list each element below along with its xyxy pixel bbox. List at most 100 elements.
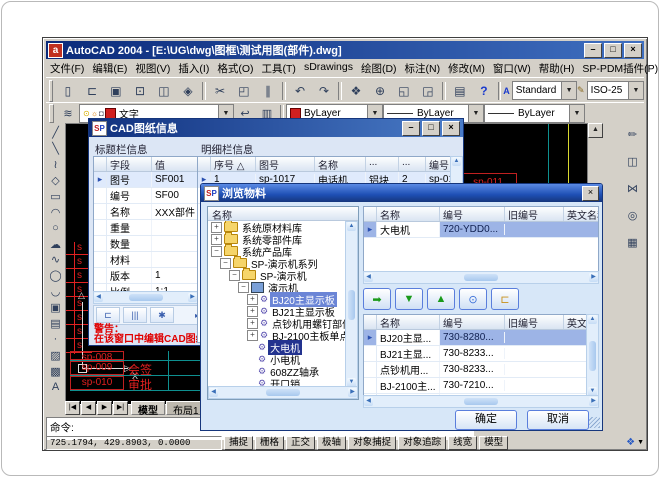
column-header-1[interactable]: 值 [152, 157, 198, 171]
offset-button[interactable]: ◎ [623, 206, 643, 224]
column-header-4[interactable]: ... [399, 157, 426, 171]
communication-center-icon[interactable]: ❖ [626, 437, 635, 448]
scroll-right-icon[interactable]: ▶ [589, 273, 598, 282]
scroll-right-icon[interactable]: ▶ [348, 388, 357, 397]
scroll-up-icon[interactable]: ▲ [452, 157, 461, 166]
scroll-left-icon[interactable]: ◀ [364, 273, 373, 282]
scroll-thumb[interactable] [589, 341, 596, 371]
expander-icon[interactable]: + [247, 294, 258, 305]
make-block-button[interactable]: ▤ [46, 316, 66, 332]
region-button[interactable]: ▩ [46, 363, 66, 379]
open-button[interactable]: ⊏ [96, 307, 120, 323]
new-button[interactable]: ▯ [57, 80, 79, 101]
menu-item-10[interactable]: 窗口(W) [489, 61, 535, 76]
save-button[interactable]: ▣ [105, 80, 127, 101]
chevron-down-icon[interactable] [561, 82, 576, 99]
status-toggle-极轴[interactable]: 极轴 [317, 436, 346, 450]
lineweight-combo[interactable]: ByLayer [484, 104, 585, 123]
scroll-up-icon[interactable]: ▲ [588, 315, 597, 324]
expander-icon[interactable]: + [211, 234, 222, 245]
browse-dialog-titlebar[interactable]: SP 浏览物料 × [201, 184, 602, 202]
expander-icon[interactable]: + [247, 318, 258, 329]
table-row[interactable]: 重量 [94, 220, 197, 236]
tab-模型[interactable]: 模型 [131, 401, 165, 415]
array-button[interactable]: ▦ [623, 233, 643, 251]
chevron-down-icon[interactable] [569, 105, 584, 122]
status-menu-chevron-icon[interactable]: ▼ [637, 439, 644, 446]
status-toggle-栅格[interactable]: 栅格 [255, 436, 284, 450]
plot-button[interactable]: ⊡ [129, 80, 151, 101]
menu-item-3[interactable]: 插入(I) [174, 61, 213, 76]
rectangle-button[interactable]: ▭ [46, 189, 66, 205]
construction-line-button[interactable]: ╲ [46, 141, 66, 157]
tab-first-icon[interactable]: |◀ [65, 401, 80, 415]
column-header-0[interactable]: 名称 [377, 207, 440, 221]
column-header-2[interactable]: 名称 [315, 157, 366, 171]
copy-object-button[interactable]: ◫ [623, 152, 643, 170]
scroll-up-icon[interactable]: ▲ [588, 123, 603, 138]
toolbar-grip[interactable] [49, 80, 53, 102]
expander-icon[interactable]: + [247, 306, 258, 317]
dim-style-combo[interactable]: ISO-25 [587, 81, 644, 100]
status-toggle-正交[interactable]: 正交 [286, 436, 315, 450]
move-up-button[interactable]: ▲ [427, 288, 455, 310]
column-header-2[interactable]: 旧编号 [505, 315, 564, 329]
chevron-down-icon[interactable] [468, 105, 483, 122]
column-header-0[interactable]: 序号 △ [211, 157, 256, 171]
column-header-0[interactable]: 名称 [377, 315, 440, 329]
help-button[interactable]: ? [473, 80, 495, 101]
minimize-button[interactable]: – [584, 43, 602, 58]
publish-button[interactable]: ◈ [177, 80, 199, 101]
close-button[interactable]: × [582, 186, 599, 201]
expander-icon[interactable]: − [211, 246, 222, 257]
menu-item-0[interactable]: 文件(F) [46, 61, 88, 76]
scroll-up-icon[interactable]: ▲ [347, 222, 356, 231]
menu-item-8[interactable]: 标注(N) [401, 61, 445, 76]
table-row[interactable]: BJ20主显...730-8280... [364, 330, 598, 346]
material-list-table[interactable]: 名称编号旧编号英文名称BJ20主显...730-8280...BJ21主显...… [363, 314, 599, 397]
expander-icon[interactable]: − [238, 282, 249, 293]
titleblock-hscrollbar[interactable]: ◀▶ [93, 291, 198, 304]
table-row[interactable]: 图号SF001 [94, 172, 197, 188]
revcloud-button[interactable]: ☁ [46, 236, 66, 252]
tab-last-icon[interactable]: ▶| [113, 401, 128, 415]
line-button[interactable]: ╱ [46, 125, 66, 141]
tab-prev-icon[interactable]: ◀ [81, 401, 96, 415]
hatch-button[interactable]: ▨ [46, 347, 66, 363]
scroll-left-icon[interactable]: ◀ [94, 293, 103, 302]
fields-button[interactable]: ||| [123, 307, 147, 323]
status-toggle-对象追踪[interactable]: 对象追踪 [398, 436, 446, 450]
scroll-thumb[interactable] [464, 274, 498, 281]
settings-add-button[interactable]: ✱ [150, 307, 174, 323]
column-header-1[interactable]: 编号 [440, 315, 505, 329]
minimize-button[interactable]: – [402, 121, 420, 136]
column-header-3[interactable]: ... [366, 157, 399, 171]
insert-block-button[interactable]: ▣ [46, 300, 66, 316]
resize-grip[interactable] [589, 417, 600, 428]
table-row[interactable]: BJ-2100主...730-7210... [364, 378, 598, 394]
expander-icon[interactable]: − [220, 258, 231, 269]
column-header-1[interactable]: 编号 [440, 207, 505, 221]
move-down-button[interactable]: ▼ [395, 288, 423, 310]
expander-icon[interactable]: + [211, 222, 222, 233]
bottom-table-vscrollbar[interactable]: ▲▼ [586, 314, 599, 397]
point-button[interactable]: · [46, 331, 66, 347]
erase-button[interactable]: ✏ [623, 125, 643, 143]
expander-icon[interactable]: − [229, 270, 240, 281]
menu-item-7[interactable]: 绘图(D) [357, 61, 401, 76]
arc-button[interactable]: ◠ [46, 204, 66, 220]
ellipse-button[interactable]: ◯ [46, 268, 66, 284]
table-row[interactable]: BJ21主显...730-8233... [364, 346, 598, 362]
scroll-thumb[interactable] [129, 294, 163, 301]
maximize-button[interactable]: □ [422, 121, 440, 136]
zoom-previous-button[interactable]: ◲ [417, 80, 439, 101]
transfer-button[interactable]: ➡ [363, 288, 391, 310]
table-row[interactable]: 大电机720-YDD0... [364, 222, 598, 238]
tab-next-icon[interactable]: ▶ [97, 401, 112, 415]
column-header-1[interactable]: 图号 [256, 157, 315, 171]
table-row[interactable]: 材料 [94, 252, 197, 268]
maximize-button[interactable]: □ [604, 43, 622, 58]
cancel-button[interactable]: 取消 [527, 410, 589, 430]
table-row[interactable]: 编号SF00 [94, 188, 197, 204]
zoom-window-button[interactable]: ◱ [393, 80, 415, 101]
